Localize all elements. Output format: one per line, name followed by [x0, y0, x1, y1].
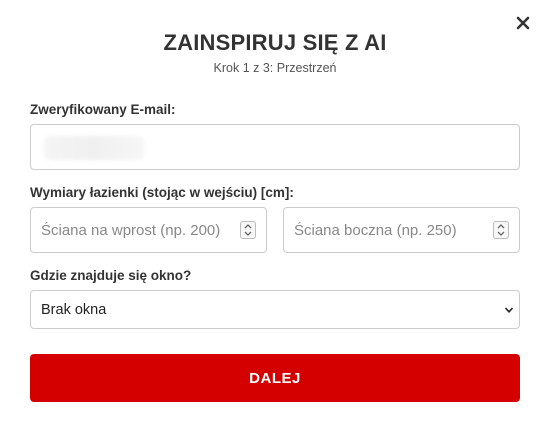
chevron-down-icon [504, 307, 514, 313]
email-label: Zweryfikowany E-mail: [30, 102, 176, 117]
email-value-redacted [44, 136, 144, 160]
side-wall-input[interactable] [283, 207, 520, 253]
stepper-arrows-icon [497, 224, 505, 236]
dimensions-label: Wymiary łazienki (stojąc w wejściu) [cm]… [30, 185, 294, 200]
window-select-value: Brak okna [41, 302, 107, 318]
side-wall-stepper[interactable] [493, 221, 509, 239]
modal-title: ZAINSPIRUJ SIĘ Z AI [163, 30, 387, 55]
front-wall-stepper[interactable] [240, 221, 256, 239]
step-indicator: Krok 1 z 3: Przestrzeń [213, 61, 337, 75]
front-wall-input[interactable] [30, 207, 267, 253]
stepper-arrows-icon [244, 224, 252, 236]
window-select[interactable]: Brak okna [30, 290, 520, 329]
window-label: Gdzie znajduje się okno? [30, 268, 192, 283]
modal-dialog: ZAINSPIRUJ SIĘ Z AI Krok 1 z 3: Przestrz… [0, 0, 550, 432]
next-button[interactable]: DALEJ [30, 354, 520, 402]
